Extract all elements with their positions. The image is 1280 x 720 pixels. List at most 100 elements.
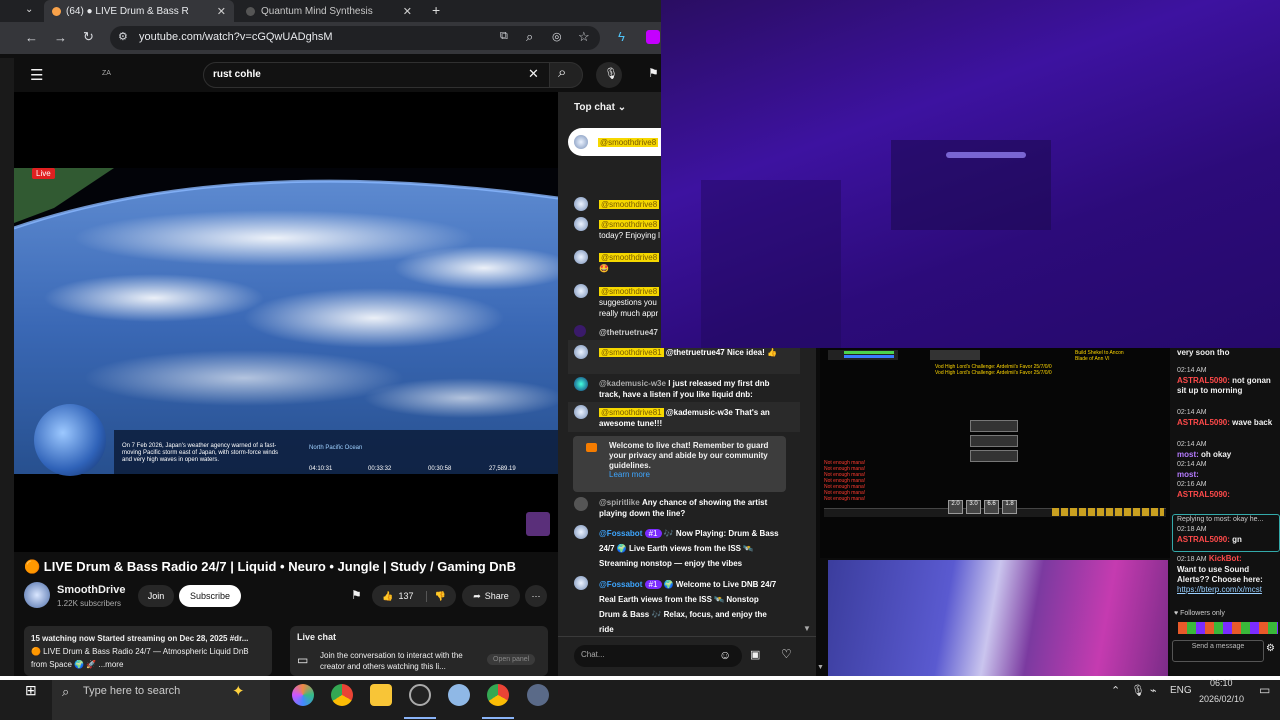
subscribe-button[interactable]: Subscribe	[179, 585, 241, 607]
top-chat-selector[interactable]: Top chat ⌄	[574, 102, 626, 113]
search-value: rust cohle	[213, 69, 261, 80]
thumbs-down-icon[interactable]: 👎	[425, 590, 446, 602]
app-icon[interactable]	[448, 684, 470, 706]
extension-icon[interactable]: ϟ	[618, 29, 625, 44]
scroll-arrow-icon[interactable]: ▼	[817, 664, 824, 671]
network-icon[interactable]: ⌁	[1150, 684, 1157, 697]
menu-icon[interactable]: ☰	[30, 66, 43, 84]
chat-message: @smoothdrive81 @thetruetrue47 Nice idea!…	[599, 347, 799, 358]
chat-text: @thetruetrue47 Nice idea! 👍	[665, 348, 777, 357]
chat-input[interactable]: Chat...	[574, 645, 742, 667]
chrome-profile-icon[interactable]	[487, 684, 509, 706]
channel-watermark[interactable]	[526, 512, 550, 536]
twitch-author: ASTRAL5090:	[1177, 490, 1230, 499]
twitch-chat-text: very soon tho	[1177, 348, 1230, 357]
language-indicator[interactable]: ENG	[1170, 685, 1192, 696]
open-panel-button[interactable]: Open panel	[487, 654, 536, 665]
chat-author: @spiritlike	[599, 498, 640, 507]
obs-icon[interactable]	[409, 684, 431, 706]
scroll-down-icon[interactable]: ▼	[803, 624, 811, 633]
channel-avatar[interactable]	[24, 582, 50, 608]
rank-badge: #1	[644, 529, 662, 538]
chrome-icon[interactable]	[331, 684, 353, 706]
super-chat-icon[interactable]: ▣	[750, 648, 760, 661]
twitch-text: gn	[1232, 535, 1242, 544]
close-tab-icon[interactable]: ✕	[217, 5, 226, 18]
overlay-time: 04:10:31	[309, 466, 333, 472]
reload-icon[interactable]: ↻	[83, 29, 94, 45]
pinned-author: @smoothdrive8	[598, 138, 659, 147]
settings-icon[interactable]: ⚙	[1266, 644, 1275, 654]
join-button[interactable]: Join	[138, 585, 174, 607]
search-icon: ⌕	[558, 64, 567, 81]
chat-text: today? Enjoying l	[599, 231, 660, 240]
install-icon[interactable]: ⧉	[500, 30, 508, 43]
boss-text: Build Shekel to Ancon Blade of Ann VI	[1075, 350, 1124, 362]
twitch-author: most:	[1177, 450, 1199, 459]
tab-live-dnb[interactable]: (64) ● LIVE Drum & Bass R ✕	[44, 0, 234, 22]
chat-author: @smoothdrive8	[599, 253, 660, 262]
tab-quantum[interactable]: Quantum Mind Synthesis ✕	[240, 0, 420, 22]
chat-text: 🤩	[599, 264, 609, 273]
reply-highlight: Replying to most: okay he... 02:18 AM AS…	[1172, 514, 1280, 552]
learn-more-link[interactable]: Learn more	[609, 470, 650, 479]
app-icon[interactable]	[527, 684, 549, 706]
like-dislike-button[interactable]: 👍 137 👎	[372, 585, 456, 607]
twitch-line: 02:14 AM ASTRAL5090: not gonan sit up to…	[1177, 366, 1277, 396]
notification-icon[interactable]: ▭	[1259, 683, 1270, 697]
copilot-sparkle-icon[interactable]: ✦	[232, 682, 245, 700]
file-explorer-icon[interactable]	[370, 684, 392, 706]
super-chat-icon[interactable]: ⚑	[351, 588, 362, 602]
clear-search-icon[interactable]: ✕	[528, 66, 539, 82]
share-icon: ➦	[473, 590, 481, 601]
zoom-icon[interactable]: ⌕	[526, 29, 533, 45]
twitch-chat-input[interactable]: Send a message	[1172, 640, 1264, 662]
overlay-time: 27,589.19	[489, 466, 516, 472]
channel-name[interactable]: SmoothDrive	[57, 584, 125, 596]
twitch-time: 02:16 AM	[1177, 481, 1207, 488]
extension-purple-icon[interactable]	[646, 30, 660, 44]
microphone-icon[interactable]: 🎙	[1131, 684, 1145, 697]
clock-time[interactable]: 06:10	[1210, 678, 1233, 688]
forward-icon[interactable]: →	[54, 30, 67, 45]
clock-date[interactable]: 2026/02/10	[1199, 694, 1244, 704]
url-text[interactable]: youtube.com/watch?v=cGQwUADghsM	[139, 31, 333, 43]
youtube-favicon-icon	[52, 6, 61, 16]
chat-message: @Fossabot #1 🎶 Now Playing: Drum & Bass …	[599, 526, 789, 571]
left-edge-strip	[0, 58, 14, 680]
windows-start-icon[interactable]: ⊞	[25, 682, 37, 699]
emoji-icon[interactable]: ☺	[719, 648, 731, 662]
copilot-icon[interactable]	[292, 684, 314, 706]
chat-author: @kademusic-w3e	[599, 379, 666, 388]
thumbs-up-icon[interactable]: 👍	[382, 591, 393, 602]
new-tab-icon[interactable]: +	[432, 2, 440, 18]
chat-author: @smoothdrive8	[599, 200, 660, 209]
share-button[interactable]: ➦ Share	[462, 585, 520, 607]
chevron-down-icon: ⌄	[617, 102, 627, 113]
tab-search-icon[interactable]: ⌄	[25, 4, 33, 15]
heart-icon[interactable]: ♡	[781, 647, 792, 661]
close-tab-icon[interactable]: ✕	[403, 5, 412, 18]
twitch-author: KickBot:	[1208, 554, 1242, 563]
chat-message: @Fossabot #1 🌍 Welcome to Live DNB 24/7 …	[599, 577, 779, 637]
more-actions-button[interactable]: ⋯	[525, 585, 547, 607]
twitch-author: most:	[1177, 470, 1199, 479]
create-icon[interactable]: ⚑	[648, 66, 659, 80]
site-info-icon[interactable]: ⚙	[118, 30, 128, 43]
twitch-link[interactable]: https://bterp.com/x/mcst	[1177, 585, 1277, 595]
twitch-time: 02:18 AM	[1177, 556, 1207, 563]
followers-only: ♥ Followers only	[1174, 610, 1225, 617]
emote-bar[interactable]	[1178, 622, 1278, 634]
mic-icon: 🎙	[604, 68, 618, 80]
twitch-text: Want to use Sound Alerts?? Choose here:	[1177, 565, 1263, 584]
twitch-chat-panel: very soon tho 02:14 AM ASTRAL5090: not g…	[1170, 348, 1280, 680]
chat-avatar	[574, 284, 588, 298]
twitch-author: ASTRAL5090:	[1177, 376, 1230, 385]
description-box[interactable]: 15 watching now Started streaming on Dec…	[24, 626, 272, 676]
description-more[interactable]: from Space 🌍 🚀 ...more	[31, 658, 265, 671]
eye-off-icon[interactable]: ◎	[552, 30, 562, 43]
twitch-time: 02:18 AM	[1177, 526, 1207, 533]
tray-chevron-icon[interactable]: ⌃	[1111, 684, 1120, 697]
bookmark-star-icon[interactable]: ☆	[578, 29, 590, 45]
back-icon[interactable]: ←	[25, 30, 38, 45]
